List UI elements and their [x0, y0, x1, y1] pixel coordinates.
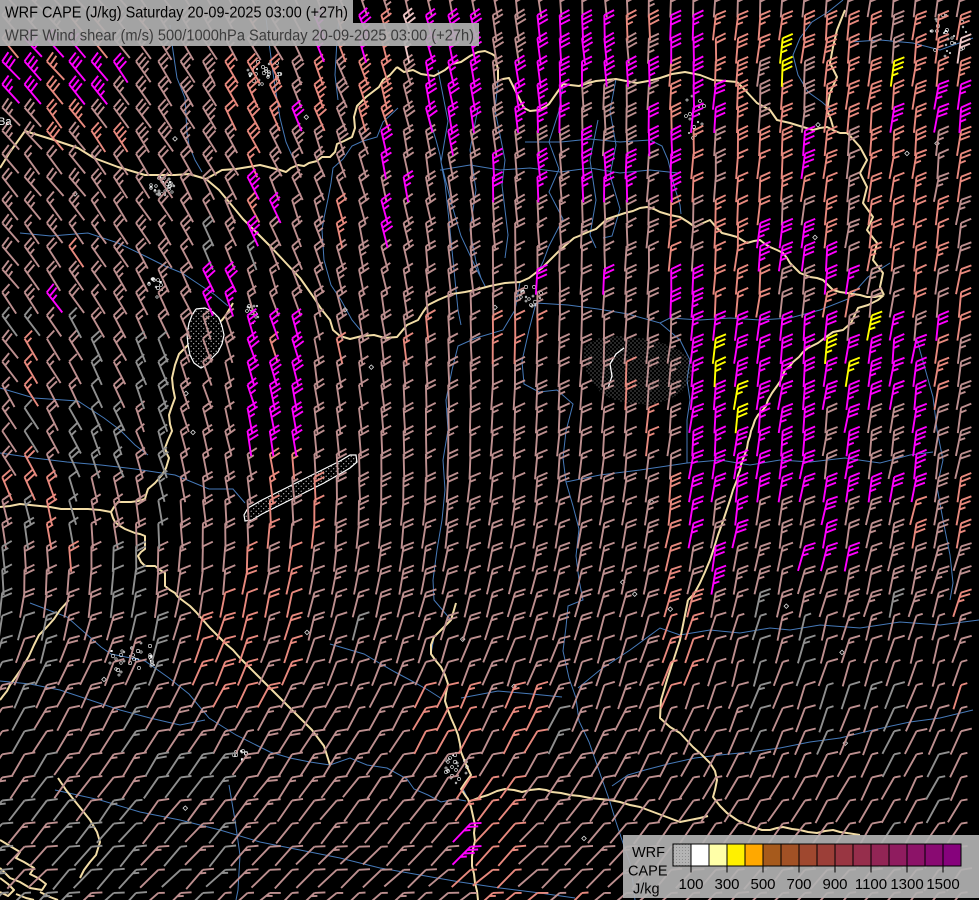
svg-text:WRF: WRF: [632, 845, 665, 861]
svg-text:1300: 1300: [890, 876, 923, 893]
svg-text:Ba: Ba: [0, 116, 12, 128]
svg-text:100: 100: [678, 876, 703, 893]
svg-text:700: 700: [786, 876, 811, 893]
svg-text:1500: 1500: [926, 876, 959, 893]
svg-text:CAPE: CAPE: [628, 864, 668, 880]
svg-text:300: 300: [714, 876, 739, 893]
svg-text:WRF CAPE (J/kg) Saturday 20-09: WRF CAPE (J/kg) Saturday 20-09-2025 03:0…: [5, 5, 348, 22]
svg-text:900: 900: [822, 876, 847, 893]
svg-text:500: 500: [750, 876, 775, 893]
svg-text:1100: 1100: [855, 876, 887, 893]
svg-text:WRF Wind shear (m/s) 500/1000h: WRF Wind shear (m/s) 500/1000hPa Saturda…: [5, 28, 474, 45]
svg-text:J/kg: J/kg: [633, 882, 660, 898]
